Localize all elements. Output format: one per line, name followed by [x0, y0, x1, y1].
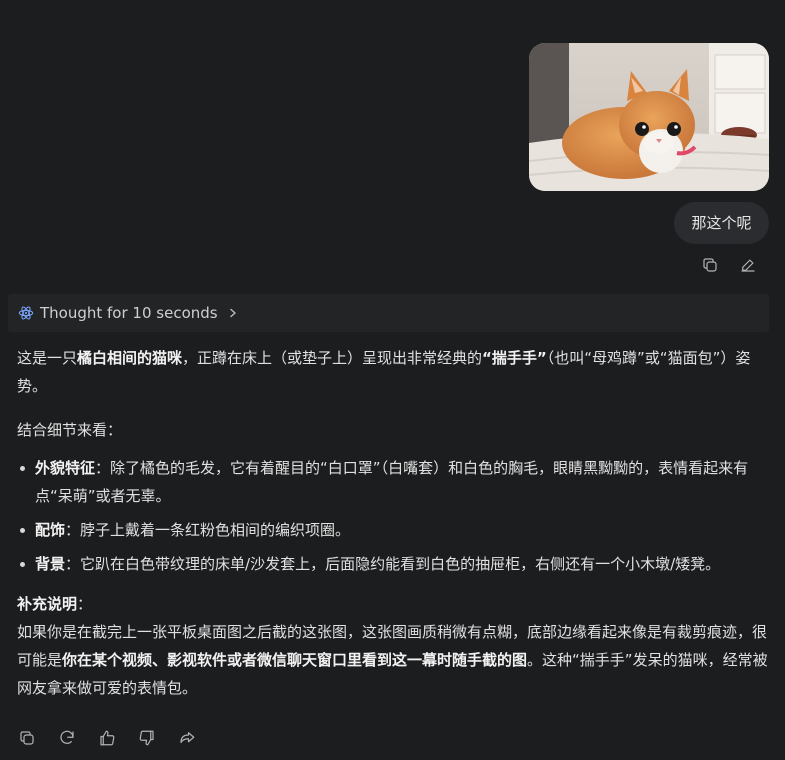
- thought-toggle[interactable]: Thought for 10 seconds: [8, 294, 769, 332]
- answer-details-lead: 结合细节来看：: [17, 421, 123, 439]
- list-item: 背景：它趴在白色带纹理的床单/沙发套上，后面隐约能看到白色的抽屉柜，右侧还有一个…: [17, 550, 772, 578]
- supplement-text: 如果你是在截完上一张平板桌面图之后截的这张图，这张图画质稍微有点糊，底部边缘看起…: [17, 623, 768, 697]
- copy-icon[interactable]: [700, 255, 720, 275]
- atom-icon: [18, 306, 34, 320]
- cat-photo: [529, 43, 769, 191]
- regenerate-icon[interactable]: [57, 728, 77, 748]
- list-item: 外貌特征：除了橘色的毛发，它有着醒目的“白口罩”（白嘴套）和白色的胸毛，眼睛黑黝…: [17, 454, 772, 510]
- supplement-heading: 补充说明：: [17, 595, 93, 613]
- thought-label: Thought for 10 seconds: [40, 304, 218, 322]
- answer-intro: 这是一只橘白相间的猫咪，正蹲在床上（或垫子上）呈现出非常经典的“揣手手”（也叫“…: [17, 349, 751, 395]
- thumbs-up-icon[interactable]: [97, 728, 117, 748]
- user-message-bubble: 那这个呢: [674, 202, 769, 244]
- assistant-answer: 这是一只橘白相间的猫咪，正蹲在床上（或垫子上）呈现出非常经典的“揣手手”（也叫“…: [17, 344, 772, 702]
- thumbs-down-icon[interactable]: [137, 728, 157, 748]
- edit-icon[interactable]: [738, 255, 758, 275]
- list-item: 配饰：脖子上戴着一条红粉色相间的编织项圈。: [17, 516, 772, 544]
- share-icon[interactable]: [177, 728, 197, 748]
- user-message-actions: [700, 255, 758, 275]
- user-uploaded-image[interactable]: [529, 43, 769, 191]
- answer-actions: [17, 728, 197, 748]
- copy-icon[interactable]: [17, 728, 37, 748]
- detail-list: 外貌特征：除了橘色的毛发，它有着醒目的“白口罩”（白嘴套）和白色的胸毛，眼睛黑黝…: [17, 454, 772, 578]
- chevron-right-icon: [229, 308, 236, 318]
